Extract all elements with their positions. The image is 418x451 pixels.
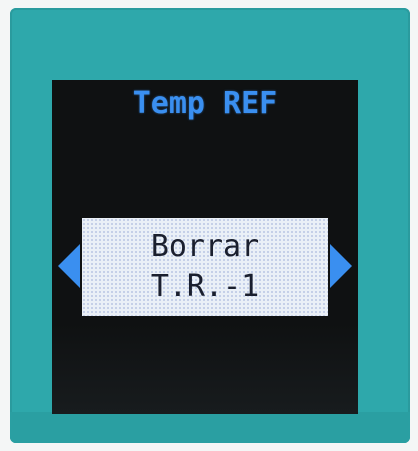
selected-option[interactable]: Borrar T.R.-1 (82, 218, 328, 316)
option-line-2: T.R.-1 (150, 269, 260, 304)
left-triangle-icon[interactable] (58, 244, 80, 288)
lcd-screen: Temp REF Borrar T.R.-1 (52, 80, 358, 414)
device-bezel-bottom (10, 412, 410, 443)
option-line-1: Borrar (150, 229, 260, 264)
screen-title: Temp REF (132, 86, 278, 121)
right-triangle-icon[interactable] (330, 244, 352, 288)
